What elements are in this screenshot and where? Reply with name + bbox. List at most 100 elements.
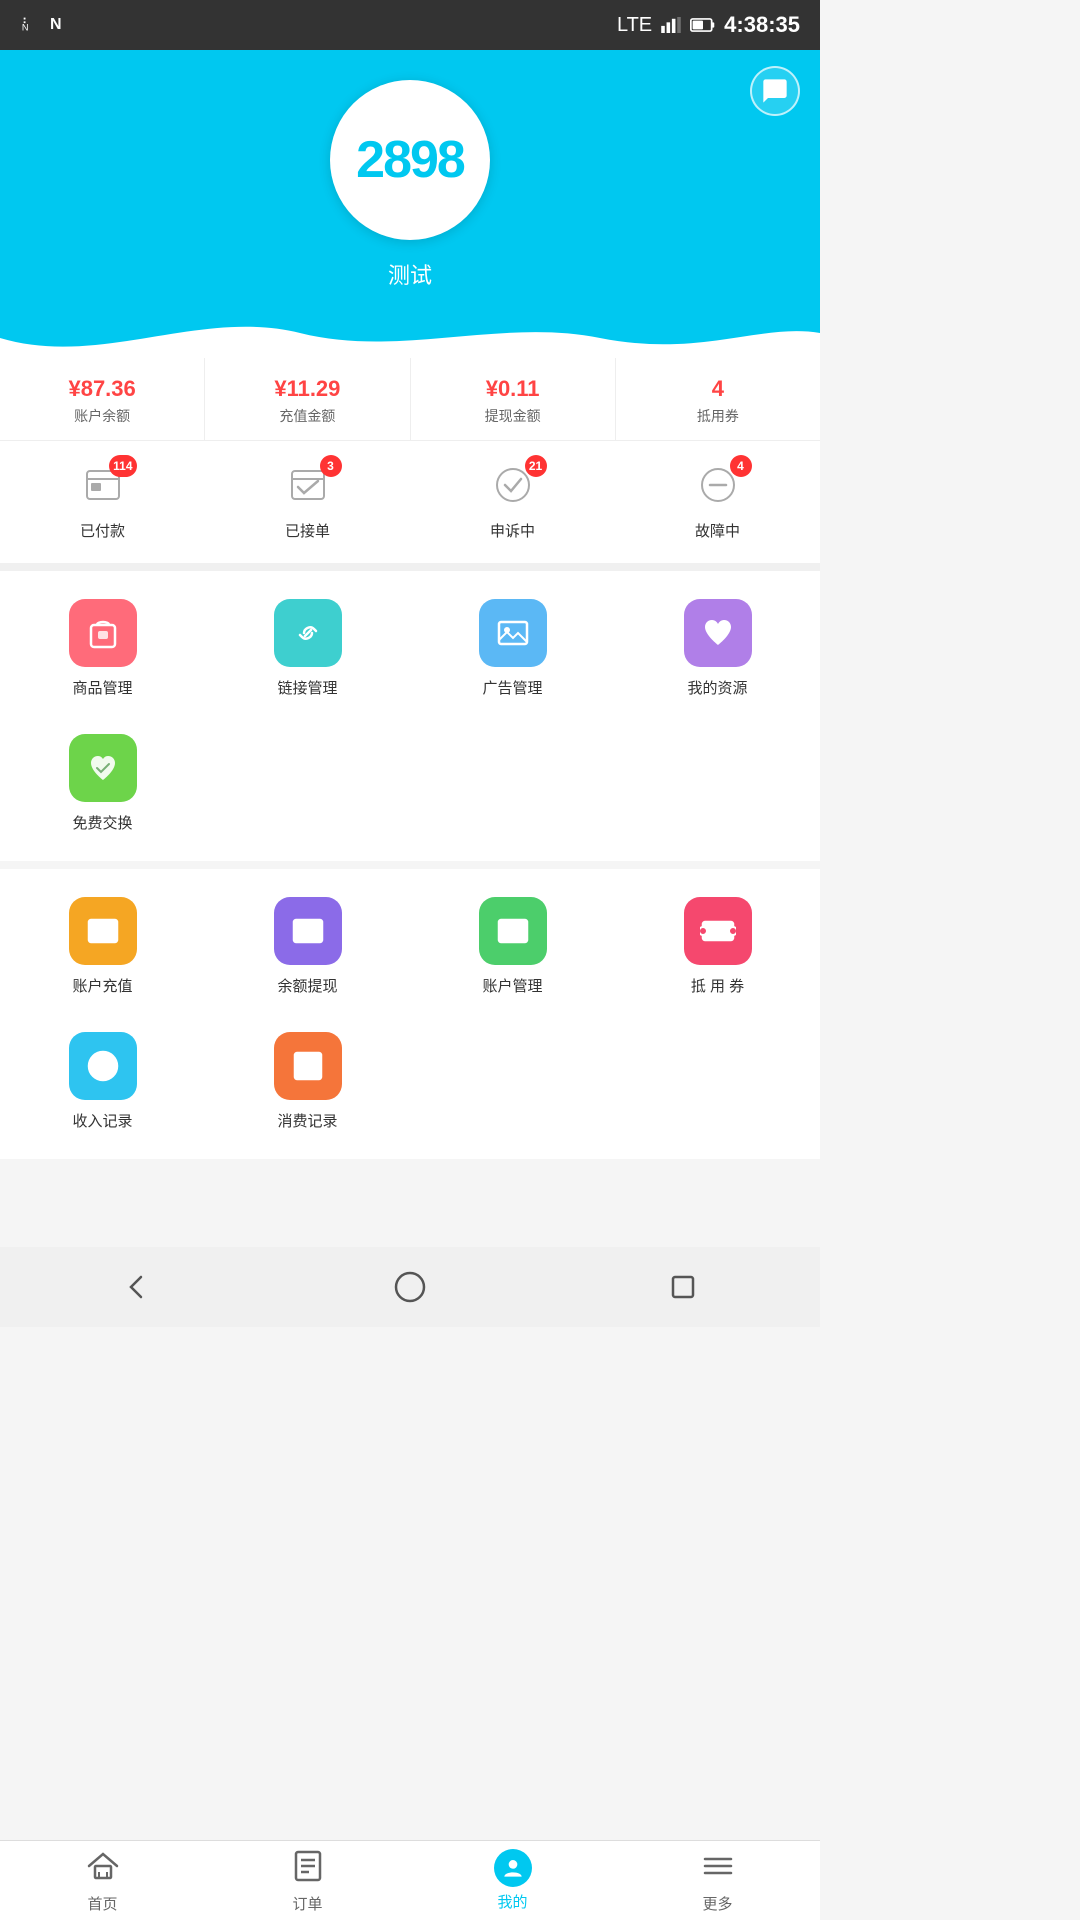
bottom-spacer xyxy=(0,1167,820,1247)
stat-recharge[interactable]: ¥11.29 充值金额 xyxy=(205,358,410,440)
nav-home[interactable]: 首页 xyxy=(0,1841,205,1920)
tool-ad-mgmt[interactable]: 广告管理 xyxy=(410,581,615,716)
person-icon xyxy=(500,1855,526,1881)
status-time: 4:38:35 xyxy=(724,12,800,38)
orders-nav-icon xyxy=(290,1848,326,1889)
recharge-icon xyxy=(85,913,121,949)
home-button[interactable] xyxy=(380,1257,440,1317)
goods-mgmt-label: 商品管理 xyxy=(72,680,132,697)
tool-link-mgmt[interactable]: 链接管理 xyxy=(205,581,410,716)
order-accepted-icon-wrap: 3 xyxy=(286,463,330,512)
nav-orders-label: 订单 xyxy=(292,1893,322,1914)
notification-icon: N xyxy=(20,14,42,36)
goods-mgmt-icon-btn xyxy=(69,599,137,667)
stat-balance[interactable]: ¥87.36 账户余额 xyxy=(0,358,205,440)
paid-badge: 114 xyxy=(109,455,136,477)
account-income[interactable]: 收入记录 xyxy=(0,1014,205,1149)
tool-goods-mgmt[interactable]: 商品管理 xyxy=(0,581,205,716)
free-exchange-icon-btn xyxy=(69,734,137,802)
home-nav-icon xyxy=(85,1848,121,1889)
nav-orders[interactable]: 订单 xyxy=(205,1841,410,1920)
order-appeal-icon-wrap: 21 xyxy=(491,463,535,512)
expense-icon xyxy=(290,1048,326,1084)
android-nav xyxy=(0,1247,820,1327)
tools-grid: 商品管理 链接管理 广告管理 xyxy=(0,571,820,861)
stat-coupon[interactable]: 4 抵用券 xyxy=(616,358,820,440)
account-withdraw[interactable]: 余额提现 xyxy=(205,879,410,1014)
account-section: 账户充值 余额提现 xyxy=(0,869,820,1159)
recharge-label: 账户充值 xyxy=(72,978,132,995)
app-indicator: N xyxy=(50,16,62,34)
coupon-label: 抵 用 券 xyxy=(691,978,744,995)
expense-label: 消费记录 xyxy=(277,1113,337,1130)
link-mgmt-icon-btn xyxy=(274,599,342,667)
battery-icon xyxy=(690,17,716,33)
back-button[interactable] xyxy=(107,1257,167,1317)
stat-withdraw[interactable]: ¥0.11 提现金额 xyxy=(411,358,616,440)
avatar: 2898 xyxy=(330,80,490,240)
withdraw-label: 提现金额 xyxy=(485,408,541,424)
order-fault-icon-wrap: 4 xyxy=(696,463,740,512)
coupon-label: 抵用券 xyxy=(697,408,739,424)
hero-wave xyxy=(0,308,820,358)
withdraw-icon xyxy=(290,913,326,949)
exchange-icon xyxy=(85,750,121,786)
my-resources-icon-btn xyxy=(684,599,752,667)
image-icon xyxy=(495,615,531,651)
paid-label: 已付款 xyxy=(4,520,201,541)
nav-mine-label: 我的 xyxy=(497,1891,527,1912)
nav-mine[interactable]: 我的 xyxy=(410,1841,615,1920)
chat-button[interactable] xyxy=(750,66,800,116)
recents-button[interactable] xyxy=(653,1257,713,1317)
withdraw-icon-btn xyxy=(274,897,342,965)
account-manage-icon xyxy=(495,913,531,949)
recharge-value: ¥11.29 xyxy=(209,376,405,402)
recharge-label: 充值金额 xyxy=(279,408,335,424)
hero-section: 2898 测试 xyxy=(0,50,820,358)
appeal-label: 申诉中 xyxy=(414,520,611,541)
accepted-badge: 3 xyxy=(320,455,342,477)
ad-mgmt-icon-btn xyxy=(479,599,547,667)
order-fault[interactable]: 4 故障中 xyxy=(615,451,820,553)
status-left: N N xyxy=(20,14,62,36)
account-manage[interactable]: 账户管理 xyxy=(410,879,615,1014)
nav-more-label: 更多 xyxy=(702,1893,732,1914)
income-icon xyxy=(85,1048,121,1084)
network-indicator: LTE xyxy=(617,14,652,37)
account-manage-label: 账户管理 xyxy=(482,978,542,995)
withdraw-label: 余额提现 xyxy=(277,978,337,995)
recents-icon xyxy=(665,1269,701,1305)
fault-label: 故障中 xyxy=(619,520,816,541)
balance-label: 账户余额 xyxy=(74,408,130,424)
order-paid[interactable]: 114 已付款 xyxy=(0,451,205,553)
heart-icon xyxy=(700,615,736,651)
chat-icon xyxy=(761,77,789,105)
account-expense[interactable]: 消费记录 xyxy=(205,1014,410,1149)
my-resources-label: 我的资源 xyxy=(687,680,747,697)
fault-badge: 4 xyxy=(730,455,752,477)
free-exchange-label: 免费交换 xyxy=(72,815,132,832)
recharge-icon-btn xyxy=(69,897,137,965)
bottom-nav: 首页 订单 我的 更多 xyxy=(0,1840,820,1920)
link-mgmt-label: 链接管理 xyxy=(277,680,337,697)
order-paid-icon-wrap: 114 xyxy=(81,463,125,512)
coupon-value: 4 xyxy=(620,376,816,402)
accepted-label: 已接单 xyxy=(209,520,406,541)
coupon-icon: % xyxy=(700,913,736,949)
status-bar: N N LTE 4:38:35 xyxy=(0,0,820,50)
order-accepted[interactable]: 3 已接单 xyxy=(205,451,410,553)
signal-icon xyxy=(660,17,682,33)
income-icon-btn xyxy=(69,1032,137,1100)
ad-mgmt-label: 广告管理 xyxy=(482,680,542,697)
shopping-bag-icon xyxy=(85,615,121,651)
tool-my-resources[interactable]: 我的资源 xyxy=(615,581,820,716)
nav-more[interactable]: 更多 xyxy=(615,1841,820,1920)
mine-nav-icon xyxy=(494,1849,532,1887)
account-coupon[interactable]: % 抵 用 券 xyxy=(615,879,820,1014)
svg-text:%: % xyxy=(715,927,722,936)
tool-free-exchange[interactable]: 免费交换 xyxy=(0,716,205,851)
home-circle-icon xyxy=(392,1269,428,1305)
order-appeal[interactable]: 21 申诉中 xyxy=(410,451,615,553)
back-icon xyxy=(119,1269,155,1305)
account-recharge[interactable]: 账户充值 xyxy=(0,879,205,1014)
